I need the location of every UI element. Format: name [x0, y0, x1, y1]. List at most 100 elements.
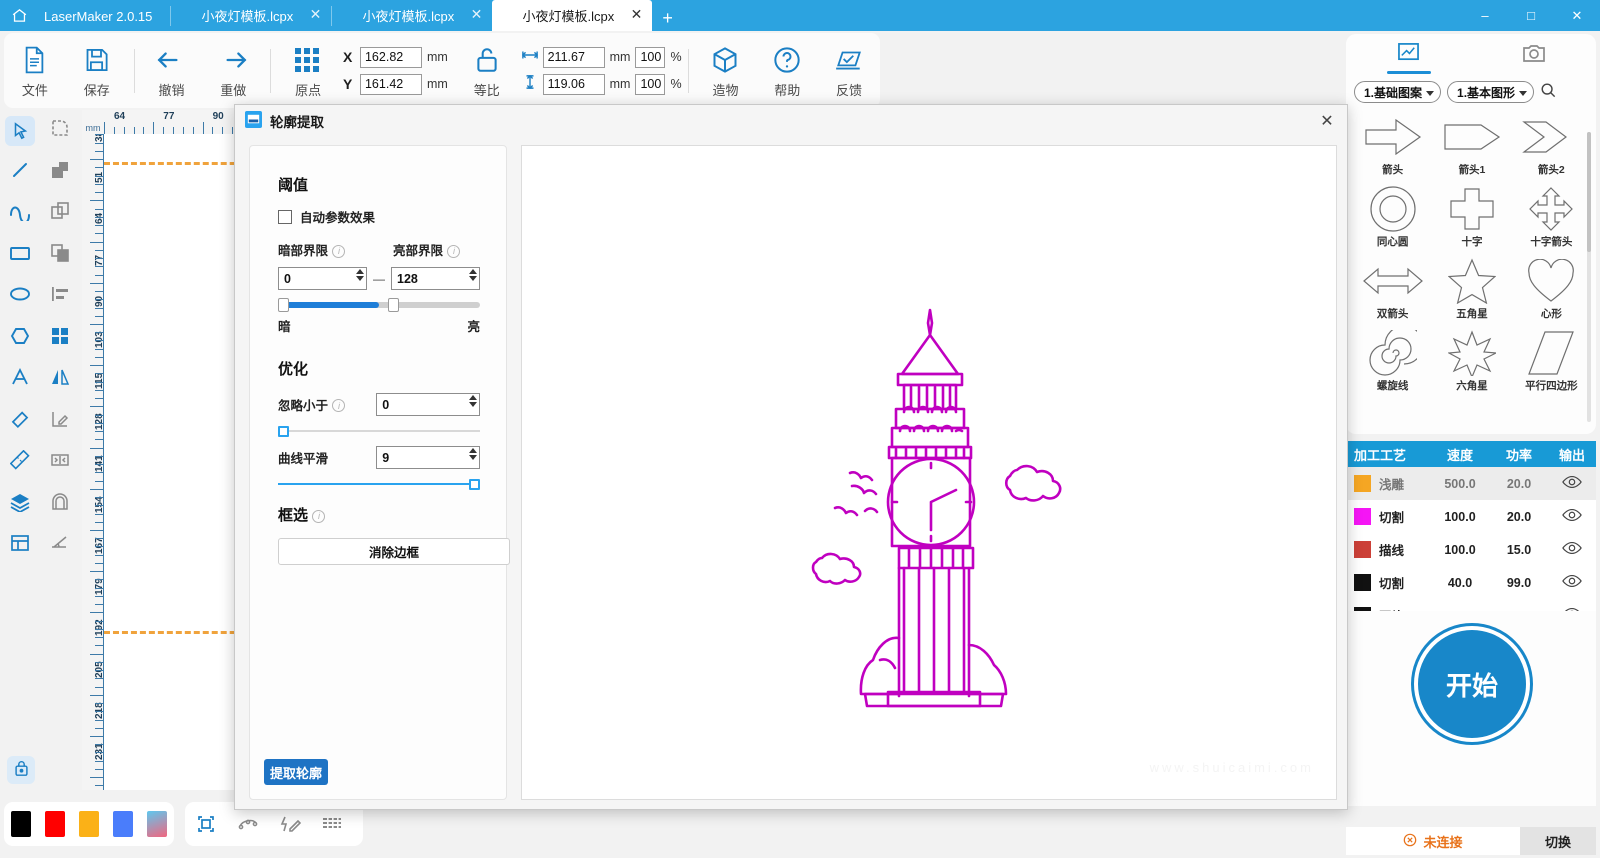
feedback-button[interactable]: 反馈	[818, 35, 880, 107]
height-input[interactable]: 119.06	[543, 74, 605, 95]
sidebar-item-polygon-tool[interactable]	[0, 318, 40, 360]
sidebar-item-ruler-tool[interactable]	[0, 442, 40, 484]
document-tab-2[interactable]: 小夜灯模板.lcpx ✕	[332, 0, 492, 31]
sidebar-item-curve-tool[interactable]	[0, 193, 40, 235]
table-row[interactable]: 切割 40.0 99.0	[1346, 566, 1596, 599]
sidebar-item-select-tool[interactable]	[0, 110, 40, 152]
speed-cell[interactable]: 100.0	[1430, 510, 1490, 524]
sidebar-item-ellipse-tool[interactable]	[0, 276, 40, 318]
layer-color-chip[interactable]	[1354, 508, 1371, 525]
minimize-button[interactable]: –	[1462, 0, 1508, 31]
speed-cell[interactable]: 40.0	[1430, 576, 1490, 590]
table-row[interactable]: 描线 100.0 15.0	[1346, 533, 1596, 566]
sidebar-item-mirror-tool[interactable]	[40, 359, 80, 401]
table-row[interactable]: 切割 100.0 20.0	[1346, 500, 1596, 533]
color-swatch-blue[interactable]	[113, 811, 133, 837]
sidebar-item-array-tool[interactable]	[40, 318, 80, 360]
power-cell[interactable]: 20.0	[1490, 510, 1548, 524]
shape-item-arrow[interactable]: 箭头	[1354, 112, 1431, 184]
camera-tab[interactable]	[1471, 34, 1596, 76]
save-button[interactable]: 保存	[66, 35, 128, 107]
sidebar-item-offset-tool[interactable]	[40, 484, 80, 526]
tab-close-icon[interactable]: ✕	[471, 7, 483, 21]
height-percent-input[interactable]: 100	[635, 74, 665, 95]
connection-status[interactable]: 未连接	[1346, 827, 1520, 855]
tab-close-icon[interactable]: ✕	[631, 7, 643, 21]
table-row[interactable]: 浅雕 500.0 20.0	[1346, 467, 1596, 500]
sidebar-item-intersect-tool[interactable]	[40, 235, 80, 277]
threshold-range-slider[interactable]	[278, 302, 480, 308]
eye-icon[interactable]	[1548, 508, 1596, 525]
sidebar-item-subtract-tool[interactable]	[40, 193, 80, 235]
start-button[interactable]: 开始	[1414, 626, 1530, 742]
eye-icon[interactable]	[1548, 574, 1596, 591]
stepper-arrows[interactable]	[469, 269, 477, 281]
ignore-input[interactable]: 0	[376, 393, 480, 416]
shape-grid-scrollbar[interactable]	[1587, 132, 1591, 422]
info-icon[interactable]: i	[312, 510, 325, 523]
extract-contour-button[interactable]: 提取轮廓	[264, 759, 328, 785]
slider-handle-bright[interactable]	[388, 298, 399, 312]
layer-color-chip[interactable]	[1354, 574, 1371, 591]
shape-item-heart[interactable]: 心形	[1513, 256, 1590, 328]
stepper-arrows[interactable]	[356, 269, 364, 281]
frame-select-button[interactable]	[185, 803, 227, 845]
undo-button[interactable]: 撤销	[141, 35, 203, 107]
width-input[interactable]: 211.67	[543, 47, 605, 68]
color-swatch-red[interactable]	[45, 811, 65, 837]
sidebar-item-rectangle-tool[interactable]	[0, 235, 40, 277]
document-tab-1[interactable]: 小夜灯模板.lcpx ✕	[171, 0, 331, 31]
x-input[interactable]: 162.82	[360, 47, 422, 68]
layer-color-chip[interactable]	[1354, 541, 1371, 558]
speed-cell[interactable]: 500.0	[1430, 477, 1490, 491]
redo-button[interactable]: 重做	[202, 35, 264, 107]
ignore-slider[interactable]	[278, 430, 480, 432]
width-percent-input[interactable]: 100	[635, 47, 665, 68]
sidebar-item-node-edit-tool[interactable]	[40, 110, 80, 152]
smooth-slider-handle[interactable]	[469, 479, 480, 490]
shape-item-parallelogram[interactable]: 平行四边形	[1513, 328, 1590, 400]
power-cell[interactable]: 20.0	[1490, 477, 1548, 491]
shape-item-cross-arrow[interactable]: 十字箭头	[1513, 184, 1590, 256]
origin-button[interactable]: 原点	[277, 35, 339, 107]
shape-item-six-star[interactable]: 六角星	[1433, 328, 1510, 400]
canvas-lock-button[interactable]	[7, 756, 35, 784]
eye-icon[interactable]	[1548, 541, 1596, 558]
category-select[interactable]: 1.基础图案	[1354, 81, 1441, 103]
auto-param-checkbox[interactable]	[278, 210, 292, 224]
sidebar-item-distribute-tool[interactable]	[40, 442, 80, 484]
ignore-slider-handle[interactable]	[278, 426, 289, 437]
dark-limit-input[interactable]: 0	[278, 267, 367, 290]
create-button[interactable]: 造物	[695, 35, 757, 107]
switch-device-button[interactable]: 切换	[1520, 827, 1596, 855]
sidebar-item-align-tool[interactable]	[40, 276, 80, 318]
shape-item-arrow2[interactable]: 箭头2	[1513, 112, 1590, 184]
smooth-input[interactable]: 9	[376, 446, 480, 469]
sidebar-item-angle-tool[interactable]	[40, 525, 80, 567]
color-swatch-black[interactable]	[11, 811, 31, 837]
speed-cell[interactable]: 100.0	[1430, 543, 1490, 557]
home-icon[interactable]	[0, 0, 38, 31]
bright-limit-input[interactable]: 128	[391, 267, 480, 290]
subcategory-select[interactable]: 1.基本图形	[1447, 81, 1534, 103]
sidebar-item-measure-draw-tool[interactable]	[40, 401, 80, 443]
color-swatch-orange[interactable]	[79, 811, 99, 837]
stepper-arrows[interactable]	[469, 448, 477, 460]
search-icon[interactable]	[1540, 82, 1556, 103]
library-tab[interactable]	[1346, 34, 1471, 76]
sidebar-item-layout-tool[interactable]	[0, 525, 40, 567]
help-button[interactable]: 帮助	[756, 35, 818, 107]
sidebar-item-union-tool[interactable]	[40, 152, 80, 194]
layer-color-chip[interactable]	[1354, 475, 1371, 492]
file-button[interactable]: 文件	[4, 35, 66, 107]
sidebar-item-layers-tool[interactable]	[0, 484, 40, 526]
smooth-slider[interactable]	[278, 483, 480, 485]
maximize-button[interactable]: □	[1508, 0, 1554, 31]
document-tab-3[interactable]: 小夜灯模板.lcpx ✕	[492, 0, 652, 31]
shape-item-spiral[interactable]: 螺旋线	[1354, 328, 1431, 400]
dialog-preview-panel[interactable]: www.shuicaimi.com	[521, 145, 1337, 800]
dialog-close-button[interactable]: ✕	[1313, 109, 1341, 133]
info-icon[interactable]: i	[332, 399, 345, 412]
clear-border-button[interactable]: 消除边框	[278, 538, 510, 565]
auto-param-row[interactable]: 自动参数效果	[278, 207, 480, 226]
